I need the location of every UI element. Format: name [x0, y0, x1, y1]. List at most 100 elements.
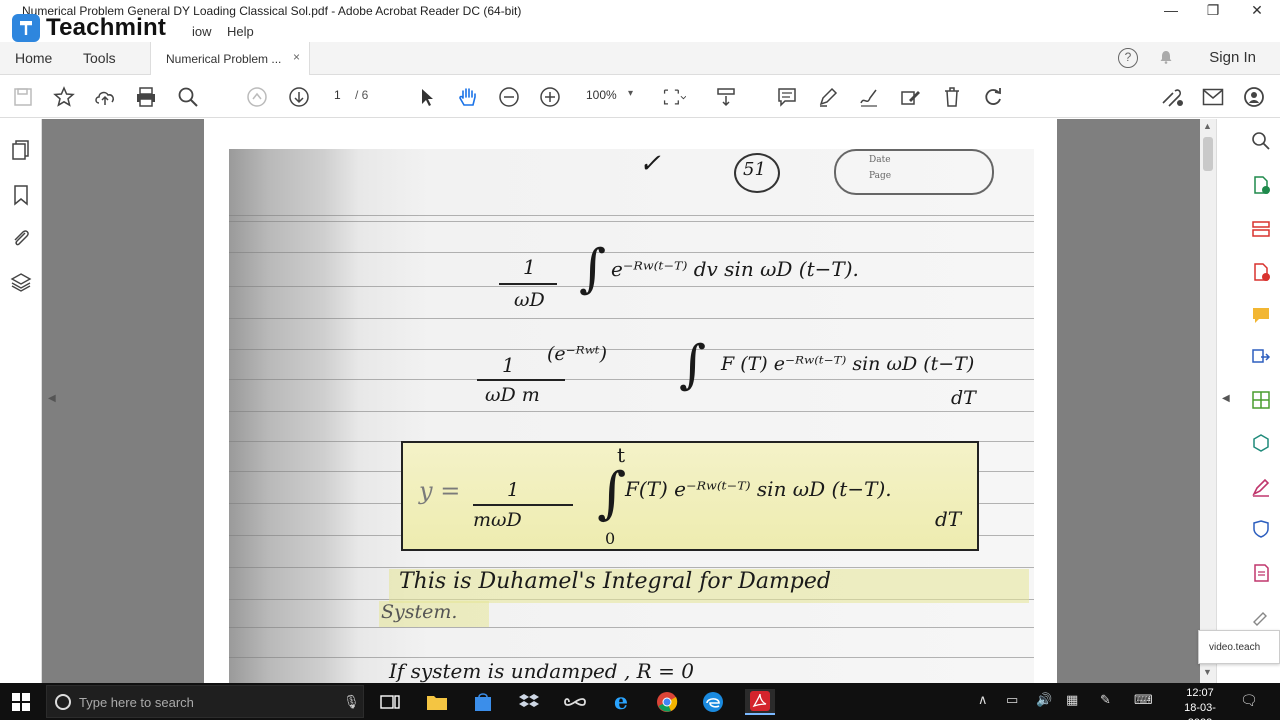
sign-in-button[interactable]: Sign In — [1209, 49, 1256, 66]
draw-sign-icon[interactable] — [857, 85, 881, 109]
eq1-numerator: 1 — [523, 255, 536, 279]
teachmint-watermark: Teachmint — [12, 14, 166, 42]
bookmark-star-icon[interactable] — [52, 85, 76, 109]
eq3-lhs: y = — [419, 477, 461, 505]
eq3-body: F(T) e⁻ᴿʷ⁽ᵗ⁻ᵀ⁾ sin ωD (t−T). — [625, 477, 892, 501]
comment-icon[interactable] — [775, 85, 799, 109]
comment-tool-icon[interactable] — [1251, 305, 1271, 325]
eq2-dt: dT — [951, 387, 976, 409]
redact-icon[interactable] — [1251, 433, 1271, 453]
eq2-denominator: ωD m — [485, 384, 540, 406]
scroll-up-icon[interactable]: ▲ — [1203, 121, 1212, 131]
dropbox-icon[interactable] — [516, 689, 542, 715]
save-icon[interactable] — [11, 85, 35, 109]
minimize-button[interactable]: — — [1148, 0, 1194, 22]
zoom-level-select[interactable]: 100% — [586, 88, 617, 102]
tray-expand-icon[interactable]: ∧ — [978, 692, 988, 708]
zoom-in-icon[interactable] — [538, 85, 562, 109]
edit-pdf-icon[interactable] — [1251, 262, 1271, 282]
zoom-out-icon[interactable] — [497, 85, 521, 109]
highlight-pen-icon[interactable] — [816, 85, 840, 109]
page-thumbnails-icon[interactable] — [10, 139, 32, 161]
export-pdf-icon[interactable] — [1251, 175, 1271, 195]
menu-window[interactable]: iow — [192, 24, 212, 39]
notification-bell-icon[interactable] — [1159, 50, 1173, 64]
bookmarks-icon[interactable] — [10, 184, 32, 206]
page-number-text: 51 — [743, 159, 766, 180]
edge-icon[interactable] — [700, 689, 726, 715]
windows-taskbar: Type here to search 🎙 e ∧ ▭ 🔊 ▦ ✎ ⌨ 12:0… — [0, 683, 1280, 720]
next-page-icon[interactable] — [287, 85, 311, 109]
clock-time: 12:07 — [1186, 687, 1214, 699]
eq2-body: F (T) e⁻ᴿʷ⁽ᵗ⁻ᵀ⁾ sin ωD (t−T) — [721, 353, 975, 375]
chrome-icon[interactable] — [654, 689, 680, 715]
fill-sign-icon[interactable] — [898, 85, 922, 109]
store-icon[interactable] — [470, 689, 496, 715]
eq3-numerator: 1 — [507, 479, 520, 501]
zoom-dropdown-icon[interactable]: ▾ — [628, 88, 633, 99]
pdf-page: ✓ 51 Date Page 1 ωD ∫ e⁻ᴿʷ⁽ᵗ⁻ᵀ⁾ dv sin ω… — [204, 119, 1057, 683]
create-pdf-icon[interactable] — [1251, 219, 1271, 239]
eq1-integral: ∫ — [579, 239, 607, 299]
close-tab-icon[interactable]: × — [293, 50, 300, 64]
menu-help[interactable]: Help — [227, 24, 254, 39]
close-window-button[interactable]: ✕ — [1234, 0, 1280, 22]
teachmint-logo-text: Teachmint — [46, 14, 167, 41]
print-icon[interactable] — [134, 85, 158, 109]
search-icon[interactable] — [176, 85, 200, 109]
rotate-icon[interactable] — [981, 85, 1005, 109]
battery-icon[interactable]: ▭ — [1006, 692, 1018, 708]
combine-files-icon[interactable] — [1251, 347, 1271, 367]
hand-tool-icon[interactable] — [456, 85, 480, 109]
left-pane-toggle-icon[interactable]: ◀ — [48, 393, 56, 404]
microphone-icon[interactable]: 🎙 — [343, 694, 360, 710]
infinity-app-icon[interactable] — [562, 689, 588, 715]
keyboard-icon[interactable]: ⌨ — [1134, 692, 1153, 708]
eq3-lower-limit: 0 — [605, 529, 616, 548]
clock-date: 18-03-2022 — [1184, 702, 1216, 720]
pen-workspace-icon[interactable]: ✎ — [1100, 692, 1111, 708]
protect-icon[interactable] — [1251, 519, 1271, 539]
acrobat-window: Numerical Problem General DY Loading Cla… — [0, 0, 1280, 720]
eq3-denominator: mωD — [473, 509, 522, 531]
internet-explorer-icon[interactable]: e — [608, 689, 634, 715]
restore-button[interactable]: ❐ — [1190, 0, 1236, 22]
delete-icon[interactable] — [940, 85, 964, 109]
eq3-dt: dT — [935, 507, 962, 531]
upload-cloud-icon[interactable] — [93, 85, 117, 109]
page-number-input[interactable]: 1 — [334, 88, 341, 102]
scroll-thumb[interactable] — [1203, 137, 1213, 171]
windows-start-icon[interactable] — [12, 693, 30, 711]
right-pane-toggle-icon[interactable]: ◀ — [1222, 393, 1230, 404]
tab-home[interactable]: Home — [15, 50, 52, 66]
stamp-page-label: Page — [869, 171, 892, 181]
fit-page-icon[interactable] — [662, 85, 686, 109]
layers-icon[interactable] — [10, 271, 32, 293]
select-cursor-icon[interactable] — [415, 85, 439, 109]
task-view-icon[interactable] — [377, 689, 403, 715]
tab-document[interactable]: Numerical Problem ... × — [150, 42, 310, 75]
help-icon[interactable]: ? — [1118, 48, 1138, 68]
action-center-icon[interactable]: 🗨 — [1240, 692, 1260, 710]
scroll-mode-icon[interactable] — [714, 85, 738, 109]
network-icon[interactable]: ▦ — [1066, 692, 1078, 708]
taskbar-clock[interactable]: 12:07 18-03-2022 — [1172, 686, 1228, 720]
taskbar-search-input[interactable]: Type here to search 🎙 — [46, 685, 364, 718]
more-tools-icon[interactable] — [1251, 607, 1271, 627]
file-explorer-icon[interactable] — [424, 689, 450, 715]
scan-ocr-icon[interactable] — [1251, 563, 1271, 583]
account-icon[interactable] — [1242, 85, 1266, 109]
attachments-icon[interactable] — [10, 227, 32, 249]
email-icon[interactable] — [1201, 85, 1225, 109]
watermark-tooltip: video.teach — [1198, 630, 1280, 664]
scroll-down-icon[interactable]: ▼ — [1203, 667, 1212, 677]
previous-page-icon[interactable] — [245, 85, 269, 109]
volume-icon[interactable]: 🔊 — [1036, 692, 1052, 708]
share-link-icon[interactable] — [1160, 85, 1184, 109]
organize-pages-icon[interactable] — [1251, 390, 1271, 410]
acrobat-taskbar-icon[interactable] — [745, 689, 775, 715]
tab-tools[interactable]: Tools — [83, 50, 116, 66]
zoom-search-icon[interactable] — [1251, 131, 1271, 151]
vertical-scrollbar[interactable]: ▲ ▼ — [1200, 119, 1216, 683]
fill-sign-tool-icon[interactable] — [1251, 477, 1271, 497]
